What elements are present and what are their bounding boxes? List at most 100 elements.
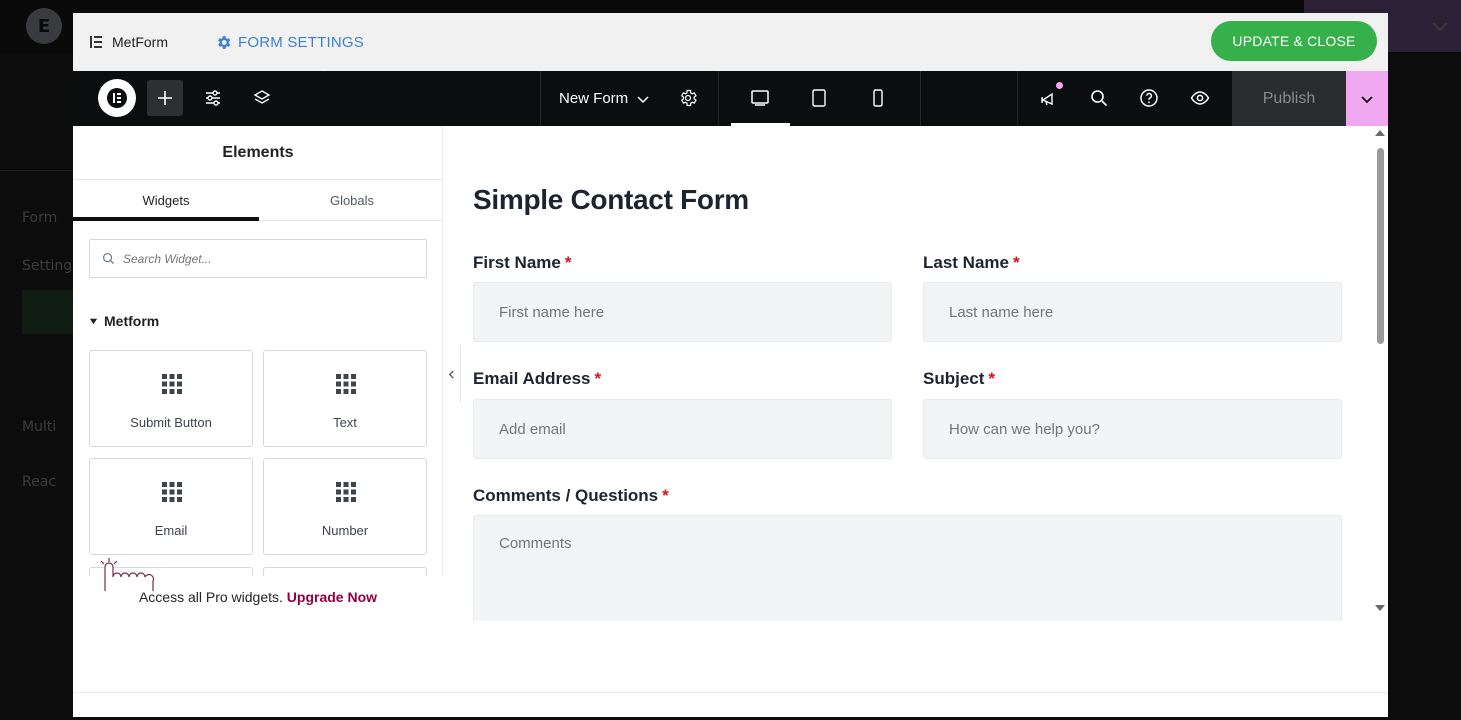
hand-pointer-illustration [100, 558, 155, 591]
chevron-down-icon [1361, 95, 1373, 103]
add-element-icon [158, 91, 172, 105]
toolbar-divider [1017, 71, 1018, 126]
first-name-field[interactable] [473, 282, 892, 342]
chevron-left-icon [448, 369, 454, 379]
grid-icon [162, 482, 182, 502]
email-label: Email Address * [473, 369, 601, 389]
device-mobile-button[interactable] [860, 80, 896, 116]
search-icon [102, 252, 115, 265]
last-name-field[interactable] [923, 282, 1342, 342]
mobile-icon [873, 89, 883, 107]
panel-collapse-toggle[interactable] [443, 345, 461, 403]
preview-eye-icon [1190, 91, 1210, 105]
search-button[interactable] [1081, 80, 1117, 116]
modal-footer-divider [73, 692, 1388, 693]
wp-logo: E [26, 8, 62, 44]
form-settings-label: FORM SETTINGS [238, 33, 364, 51]
panel-tabs: Widgets Globals [73, 180, 443, 221]
document-switcher[interactable]: New Form [559, 71, 650, 126]
settings-sliders-icon [206, 90, 220, 106]
widget-label: Email [154, 523, 188, 538]
field-label-text: Comments / Questions [473, 486, 659, 505]
tab-widgets[interactable]: Widgets [73, 180, 259, 221]
tab-globals[interactable]: Globals [259, 180, 445, 221]
device-desktop-button[interactable] [742, 80, 778, 116]
required-mark: * [564, 253, 572, 272]
panel-title: Elements [73, 126, 443, 180]
subject-field[interactable] [923, 399, 1342, 459]
device-tablet-button[interactable] [801, 80, 837, 116]
search-icon [1091, 90, 1108, 107]
widget-label: Number [321, 523, 369, 538]
desktop-icon [751, 90, 769, 106]
pro-promo: Access all Pro widgets. Upgrade Now [73, 589, 443, 605]
last-name-input[interactable] [949, 303, 1309, 321]
publish-options-button[interactable] [1346, 71, 1388, 126]
widget-number[interactable]: Number [263, 458, 427, 555]
site-settings-button[interactable] [195, 80, 231, 116]
backdrop-label: Setting [22, 258, 73, 274]
field-label-text: First Name [473, 253, 561, 272]
first-name-label: First Name * [473, 253, 572, 273]
required-mark: * [594, 369, 602, 388]
field-label-text: Subject [923, 369, 985, 388]
elements-panel: Elements Widgets Globals Metform Submit … [73, 126, 443, 621]
grid-icon [336, 374, 356, 394]
help-button[interactable] [1131, 80, 1167, 116]
required-mark: * [662, 486, 669, 505]
toolbar-divider [718, 71, 719, 126]
update-close-button[interactable]: UPDATE & CLOSE [1211, 21, 1377, 61]
required-mark: * [988, 369, 996, 388]
structure-button[interactable] [244, 80, 280, 116]
subject-input[interactable] [949, 420, 1309, 438]
widget-search[interactable] [89, 239, 427, 278]
elementor-mark-icon [90, 36, 102, 48]
widget-email[interactable]: Email [89, 458, 253, 555]
first-name-input[interactable] [499, 303, 859, 321]
backdrop-label: Multi [22, 419, 57, 435]
toolbar-divider [540, 71, 541, 126]
category-metform-toggle[interactable]: Metform [89, 313, 159, 329]
widget-search-input[interactable] [123, 251, 403, 266]
help-icon [1140, 89, 1158, 107]
add-element-button[interactable] [147, 80, 183, 116]
scroll-down-arrow[interactable] [1375, 605, 1385, 611]
field-label-text: Last Name [923, 253, 1009, 272]
required-mark: * [1012, 253, 1020, 272]
publish-button[interactable]: Publish [1232, 71, 1346, 126]
elementor-logo-icon[interactable] [98, 79, 136, 117]
gear-icon [680, 89, 697, 107]
tablet-icon [812, 89, 826, 107]
backdrop-label: Reac [22, 474, 56, 490]
form-title: Simple Contact Form [473, 184, 749, 215]
document-name: New Form [559, 90, 629, 107]
brand-label: MetForm [112, 34, 168, 50]
comments-textarea[interactable] [499, 535, 1299, 621]
email-input[interactable] [499, 420, 859, 438]
scroll-up-arrow[interactable] [1375, 130, 1385, 136]
comments-field[interactable] [473, 515, 1342, 621]
backdrop-label: Form [22, 210, 58, 226]
gear-icon [218, 35, 231, 49]
page-settings-button[interactable] [670, 80, 706, 116]
layers-icon [253, 90, 271, 104]
backdrop-chevron-down-icon [1432, 22, 1448, 32]
widget-label: Text [333, 415, 357, 430]
upgrade-now-link[interactable]: Upgrade Now [287, 589, 377, 605]
promo-text: Access all Pro widgets. [138, 589, 283, 605]
grid-icon [162, 374, 182, 394]
caret-down-icon [89, 318, 98, 324]
email-field[interactable] [473, 399, 892, 459]
comments-label: Comments / Questions * [473, 486, 669, 506]
field-label-text: Email Address [473, 369, 591, 388]
preview-scrollbar[interactable] [1373, 130, 1385, 614]
modal-header: MetForm FORM SETTINGS UPDATE & CLOSE [73, 13, 1388, 71]
widget-submit-button[interactable]: Submit Button [89, 350, 253, 447]
backdrop-block [22, 290, 73, 334]
grid-icon [336, 482, 356, 502]
backdrop-divider [0, 170, 73, 171]
widget-text[interactable]: Text [263, 350, 427, 447]
form-settings-button[interactable]: FORM SETTINGS [215, 13, 364, 71]
scrollbar-thumb[interactable] [1377, 148, 1384, 344]
preview-button[interactable] [1182, 80, 1218, 116]
